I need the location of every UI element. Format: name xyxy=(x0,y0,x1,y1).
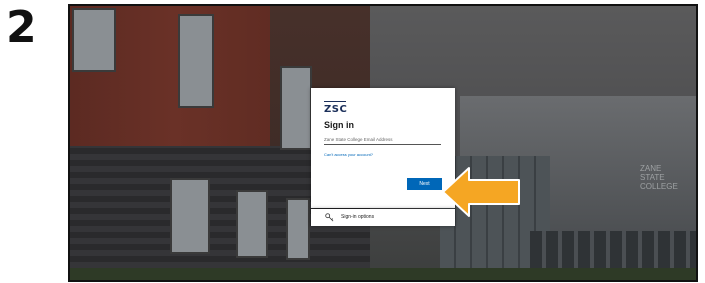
background-grass xyxy=(70,268,696,280)
next-button[interactable]: Next xyxy=(407,178,442,190)
building-window xyxy=(236,190,268,258)
building-sign-line: COLLEGE xyxy=(640,182,678,191)
signin-title: Sign in xyxy=(324,120,354,130)
signin-card: ZSC Sign in Can't access your account? N… xyxy=(311,88,455,208)
cant-access-account-link[interactable]: Can't access your account? xyxy=(324,152,373,157)
building-window xyxy=(178,14,214,108)
building-sign-line: STATE xyxy=(640,173,665,182)
building-window xyxy=(280,66,312,150)
building-window xyxy=(286,198,310,260)
building-sign: ZANE STATE COLLEGE xyxy=(640,164,678,191)
building-window xyxy=(72,8,116,72)
step-number: 2 xyxy=(6,2,37,53)
login-screen: ZANE STATE COLLEGE ZSC Sign in Can't acc… xyxy=(68,4,698,282)
email-field[interactable] xyxy=(324,135,441,145)
signin-options-label: Sign-in options xyxy=(341,214,375,220)
arrow-annotation-icon xyxy=(442,167,520,217)
key-icon xyxy=(325,213,334,222)
zsc-logo: ZSC xyxy=(324,101,348,115)
building-window xyxy=(170,178,210,254)
building-sign-line: ZANE xyxy=(640,164,662,173)
signin-options-button[interactable]: Sign-in options xyxy=(311,209,455,226)
